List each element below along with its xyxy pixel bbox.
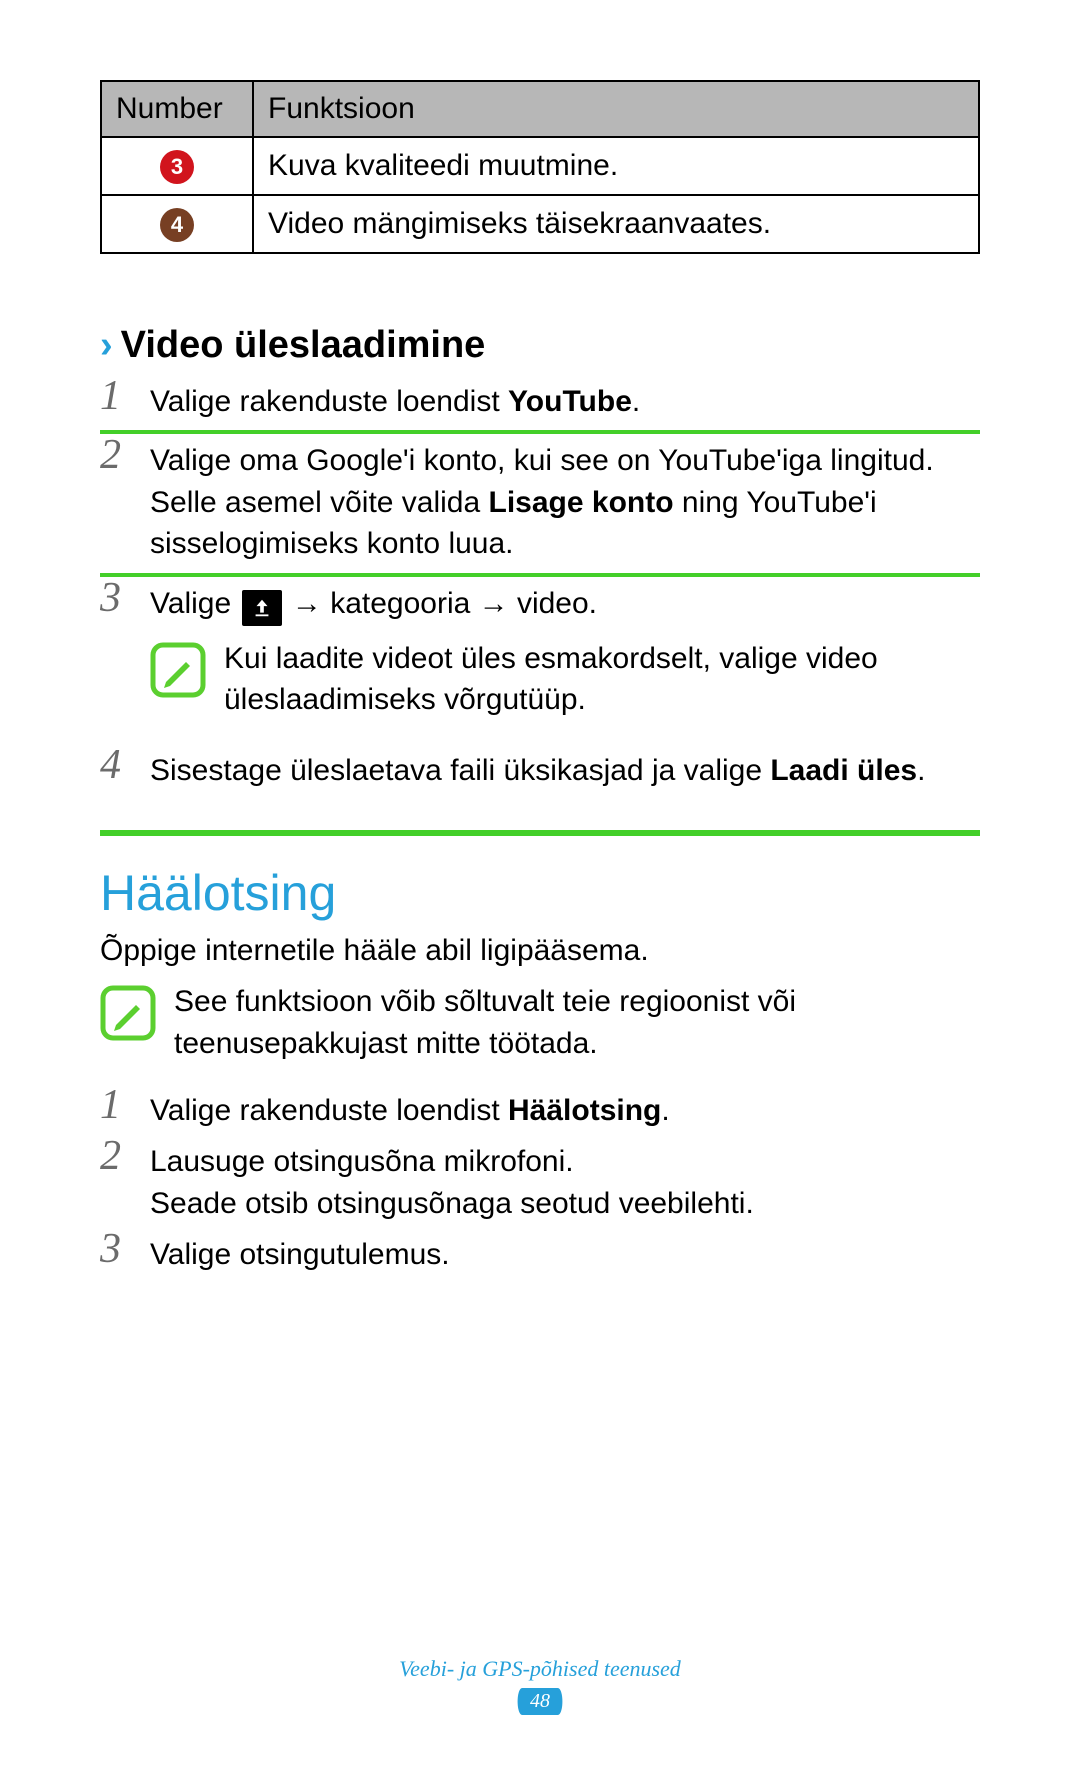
step-number: 2 xyxy=(100,434,150,476)
col-header-function: Funktsioon xyxy=(253,81,979,137)
step-text: Lausuge otsingusõna mikrofoni. Seade ots… xyxy=(150,1135,980,1224)
text: Valige xyxy=(150,587,240,620)
step-4: 4 Sisestage üleslaetava faili üksikasjad… xyxy=(100,744,980,795)
text: Selle asemel võite valida xyxy=(150,486,489,519)
step-text: Sisestage üleslaetava faili üksikasjad j… xyxy=(150,744,980,791)
section-heading-upload: › Video üleslaadimine xyxy=(100,324,980,367)
green-divider xyxy=(100,830,980,836)
note-block: See funktsioon võib sõltuvalt teie regio… xyxy=(100,981,980,1064)
bold-text: Laadi üles xyxy=(770,754,917,787)
text: Seade otsib otsingusõnaga seotud veebile… xyxy=(150,1187,754,1220)
row-number-cell: 3 xyxy=(101,137,253,195)
table-row: 4 Video mängimiseks täisekraanvaates. xyxy=(101,195,979,253)
step-number: 2 xyxy=(100,1135,150,1177)
note-text: See funktsioon võib sõltuvalt teie regio… xyxy=(174,981,980,1064)
step-text: Valige rakenduste loendist Häälotsing. xyxy=(150,1084,980,1131)
step-2: 2 Valige oma Google'i konto, kui see on … xyxy=(100,434,980,568)
badge-4-icon: 4 xyxy=(160,208,194,242)
bold-text: YouTube xyxy=(508,385,632,418)
page-number-badge: 48 xyxy=(516,1688,564,1715)
note-block: Kui laadite videot üles esmakordselt, va… xyxy=(150,638,980,721)
note-text: Kui laadite videot üles esmakordselt, va… xyxy=(224,638,980,721)
voice-steps: 1 Valige rakenduste loendist Häälotsing.… xyxy=(100,1084,980,1280)
text: Valige rakenduste loendist xyxy=(150,1094,508,1127)
text: → kategooria → video. xyxy=(292,587,597,620)
step-text: Valige otsingutulemus. xyxy=(150,1228,980,1275)
step-text: Valige rakenduste loendist YouTube. xyxy=(150,375,980,422)
text: Valige oma Google'i konto, kui see on Yo… xyxy=(150,444,934,477)
text: Sisestage üleslaetava faili üksikasjad j… xyxy=(150,754,770,787)
upload-icon xyxy=(242,590,282,626)
step-text: Valige → kategooria → video. xyxy=(150,577,980,626)
row-function-cell: Video mängimiseks täisekraanvaates. xyxy=(253,195,979,253)
step-3: 3 Valige otsingutulemus. xyxy=(100,1228,980,1279)
section-heading-voice: Häälotsing xyxy=(100,864,980,922)
step-1: 1 Valige rakenduste loendist Häälotsing. xyxy=(100,1084,980,1135)
text: . xyxy=(661,1094,669,1127)
footer-text: Veebi- ja GPS-põhised teenused xyxy=(0,1656,1080,1682)
badge-3-icon: 3 xyxy=(160,150,194,184)
row-function-cell: Kuva kvaliteedi muutmine. xyxy=(253,137,979,195)
section-intro: Õppige internetile hääle abil ligipääsem… xyxy=(100,930,980,971)
col-header-number: Number xyxy=(101,81,253,137)
table-header-row: Number Funktsioon xyxy=(101,81,979,137)
note-pencil-icon xyxy=(100,985,156,1041)
bold-text: Häälotsing xyxy=(508,1094,661,1127)
text: . xyxy=(632,385,640,418)
step-number: 1 xyxy=(100,1084,150,1126)
page-number: 48 xyxy=(516,1688,564,1715)
function-table: Number Funktsioon 3 Kuva kvaliteedi muut… xyxy=(100,80,980,254)
step-1: 1 Valige rakenduste loendist YouTube. xyxy=(100,375,980,426)
section-title: Video üleslaadimine xyxy=(121,324,486,367)
step-number: 3 xyxy=(100,1228,150,1270)
text: Valige rakenduste loendist xyxy=(150,385,508,418)
page-footer: Veebi- ja GPS-põhised teenused 48 xyxy=(0,1656,1080,1715)
step-text: Valige oma Google'i konto, kui see on Yo… xyxy=(150,434,980,564)
step-3: 3 Valige → kategooria → video. xyxy=(100,577,980,630)
text: Lausuge otsingusõna mikrofoni. xyxy=(150,1145,574,1178)
text: . xyxy=(917,754,925,787)
step-2: 2 Lausuge otsingusõna mikrofoni. Seade o… xyxy=(100,1135,980,1228)
step-number: 3 xyxy=(100,577,150,619)
chevron-right-icon: › xyxy=(100,324,113,367)
step-number: 4 xyxy=(100,744,150,786)
note-pencil-icon xyxy=(150,642,206,698)
upload-steps: 1 Valige rakenduste loendist YouTube. 2 … xyxy=(100,375,980,836)
bold-text: Lisage konto xyxy=(489,486,674,519)
document-page: Number Funktsioon 3 Kuva kvaliteedi muut… xyxy=(0,0,1080,1771)
row-number-cell: 4 xyxy=(101,195,253,253)
step-number: 1 xyxy=(100,375,150,417)
table-row: 3 Kuva kvaliteedi muutmine. xyxy=(101,137,979,195)
